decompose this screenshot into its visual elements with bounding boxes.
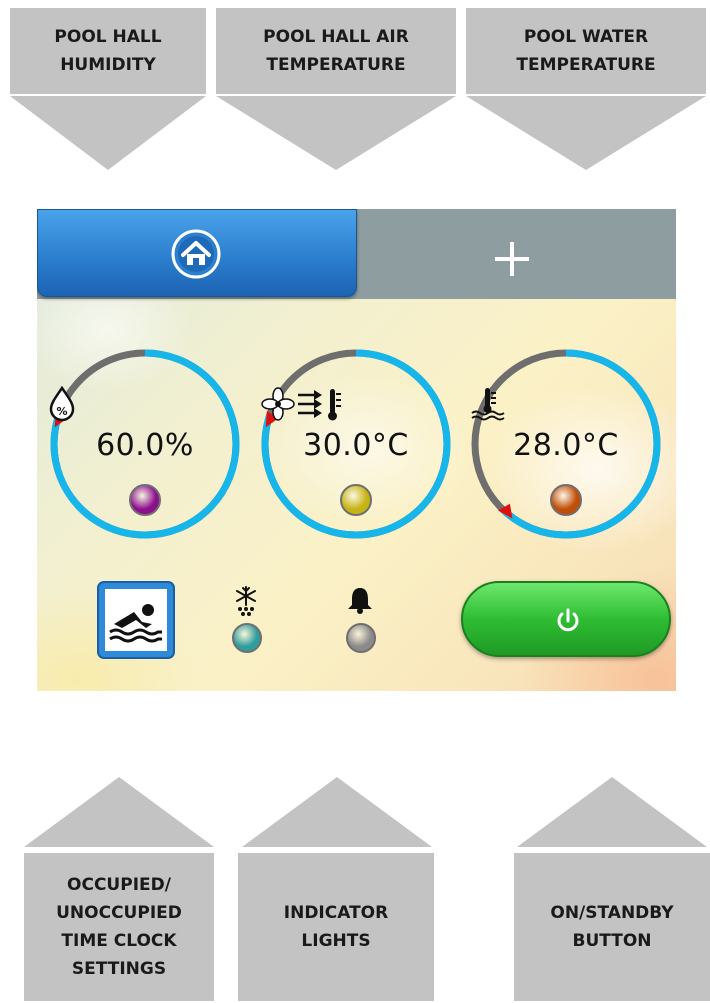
air-temperature-value: 30.0°C: [303, 428, 409, 463]
humidity-drop-icon: %: [47, 386, 243, 422]
callout-pool-hall-humidity: POOL HALL HUMIDITY: [10, 8, 206, 94]
callout-line: UNOCCUPIED: [56, 903, 182, 923]
humidity-gauge[interactable]: % 60.0%: [47, 346, 243, 542]
snowflake-icon: [236, 586, 256, 616]
callout-arrow-up: [24, 777, 214, 847]
callout-line: TIME CLOCK: [61, 931, 177, 951]
callout-line: POOL HALL AIR: [263, 27, 409, 47]
air-temperature-status-light: [340, 484, 372, 516]
fan-thermometer-icon: [258, 386, 454, 422]
bell-icon: [348, 588, 372, 614]
home-tab[interactable]: [37, 209, 357, 297]
power-icon: [557, 608, 579, 632]
callout-line: TEMPERATURE: [266, 55, 406, 75]
home-icon[interactable]: [170, 228, 222, 280]
water-temperature-status-light: [550, 484, 582, 516]
callout-line: HUMIDITY: [60, 55, 156, 75]
callout-line: POOL WATER: [523, 27, 649, 47]
callout-line: INDICATOR: [283, 903, 389, 923]
callout-line: BUTTON: [572, 931, 652, 951]
humidity-status-light: [129, 484, 161, 516]
water-thermometer-icon: [468, 386, 664, 422]
callout-arrow-down: [216, 96, 456, 170]
callout-line: LIGHTS: [301, 931, 371, 951]
water-temperature-value: 28.0°C: [513, 428, 619, 463]
callout-pool-water-temperature: POOL WATER TEMPERATURE: [466, 8, 706, 94]
frost-indicator-light: [232, 623, 262, 653]
swimmer-icon[interactable]: [96, 580, 176, 660]
water-temperature-gauge[interactable]: 28.0°C: [468, 346, 664, 542]
alarm-indicator-light: [346, 623, 376, 653]
callout-occupied-time-clock: OCCUPIED/ UNOCCUPIED TIME CLOCK SETTINGS: [24, 853, 214, 1001]
callout-line: TEMPERATURE: [516, 55, 656, 75]
callout-line: OCCUPIED/: [67, 875, 171, 895]
callout-line: POOL HALL: [54, 27, 162, 47]
callout-line: ON/STANDBY: [550, 903, 674, 923]
callout-arrow-down: [10, 96, 206, 170]
controller-screen: % 60.0% 30.0°C 28.0°C: [37, 209, 676, 691]
air-temperature-gauge[interactable]: 30.0°C: [258, 346, 454, 542]
callout-on-standby-button: ON/STANDBY BUTTON: [514, 853, 710, 1001]
callout-pool-hall-air-temperature: POOL HALL AIR TEMPERATURE: [216, 8, 456, 94]
plus-icon[interactable]: [493, 240, 531, 278]
callout-arrow-up: [517, 777, 707, 847]
callout-arrow-down: [466, 96, 706, 170]
callout-line: SETTINGS: [71, 959, 167, 979]
humidity-value: 60.0%: [96, 428, 194, 463]
power-button[interactable]: [461, 581, 671, 657]
callout-indicator-lights: INDICATOR LIGHTS: [238, 853, 434, 1001]
callout-arrow-up: [242, 777, 432, 847]
svg-text:%: %: [56, 405, 67, 418]
